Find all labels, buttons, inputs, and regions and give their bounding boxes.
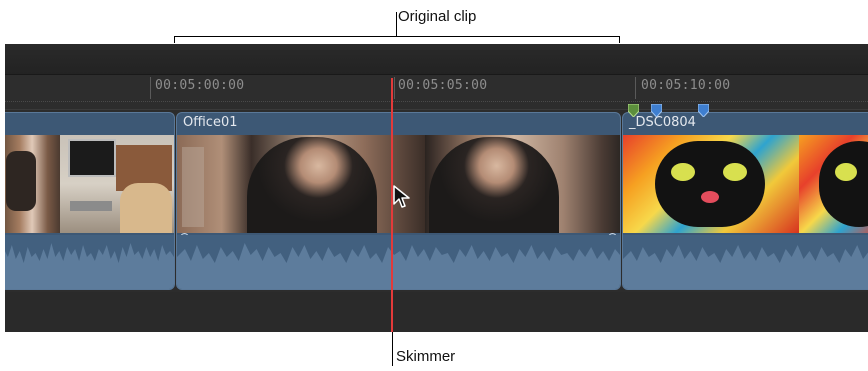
video-frame-thumbnail: [623, 135, 799, 233]
clip-name-office01: Office01: [183, 115, 238, 130]
skimmer-callout-line: [392, 332, 393, 366]
video-frame-thumbnail: [5, 135, 60, 233]
clip-video-thumbnails: [623, 135, 868, 233]
ruler-tick: [394, 77, 395, 99]
timeline-empty-track-area[interactable]: [5, 292, 868, 332]
original-clip-bracket-left: [174, 36, 175, 43]
clip-audio-waveform: [623, 235, 868, 289]
marker-green-icon[interactable]: [628, 104, 639, 117]
clip-dsc0804[interactable]: _DSC0804: [622, 112, 868, 290]
ruler-tick: [150, 77, 151, 99]
skimmer-callout: Skimmer: [396, 348, 456, 365]
clip-audio-waveform: [177, 235, 620, 289]
video-frame-thumbnail: [60, 135, 174, 233]
video-frame-thumbnail: [799, 135, 868, 233]
ruler-tick: [635, 77, 636, 99]
video-frame-thumbnail: [425, 135, 620, 233]
ruler-timecode-1: 00:05:00:00: [155, 78, 245, 93]
marker-blue-icon[interactable]: [651, 104, 662, 117]
original-clip-callout: Original clip: [398, 8, 477, 25]
timeline[interactable]: 00:05:00:00 00:05:05:00 00:05:10:00 Offi…: [5, 44, 868, 332]
clip-previous[interactable]: [5, 112, 175, 290]
ruler-timecode-2: 00:05:05:00: [398, 78, 488, 93]
ruler-subticks: [5, 101, 868, 103]
timeline-ruler[interactable]: 00:05:00:00 00:05:05:00 00:05:10:00: [5, 75, 868, 110]
original-clip-vertical-line: [396, 12, 397, 36]
marker-blue-icon[interactable]: [698, 104, 709, 117]
original-clip-bracket-right: [619, 36, 620, 43]
ruler-timecode-3: 00:05:10:00: [641, 78, 731, 93]
clip-video-thumbnails: [177, 135, 620, 233]
clip-audio-waveform: [5, 235, 174, 289]
video-frame-thumbnail: [177, 135, 425, 233]
mouse-pointer-icon: [393, 185, 410, 208]
clip-name-dsc0804: _DSC0804: [629, 115, 696, 130]
original-clip-bracket: [174, 36, 620, 37]
timeline-toolbar-band: [5, 44, 868, 75]
clip-video-thumbnails: [5, 135, 174, 233]
